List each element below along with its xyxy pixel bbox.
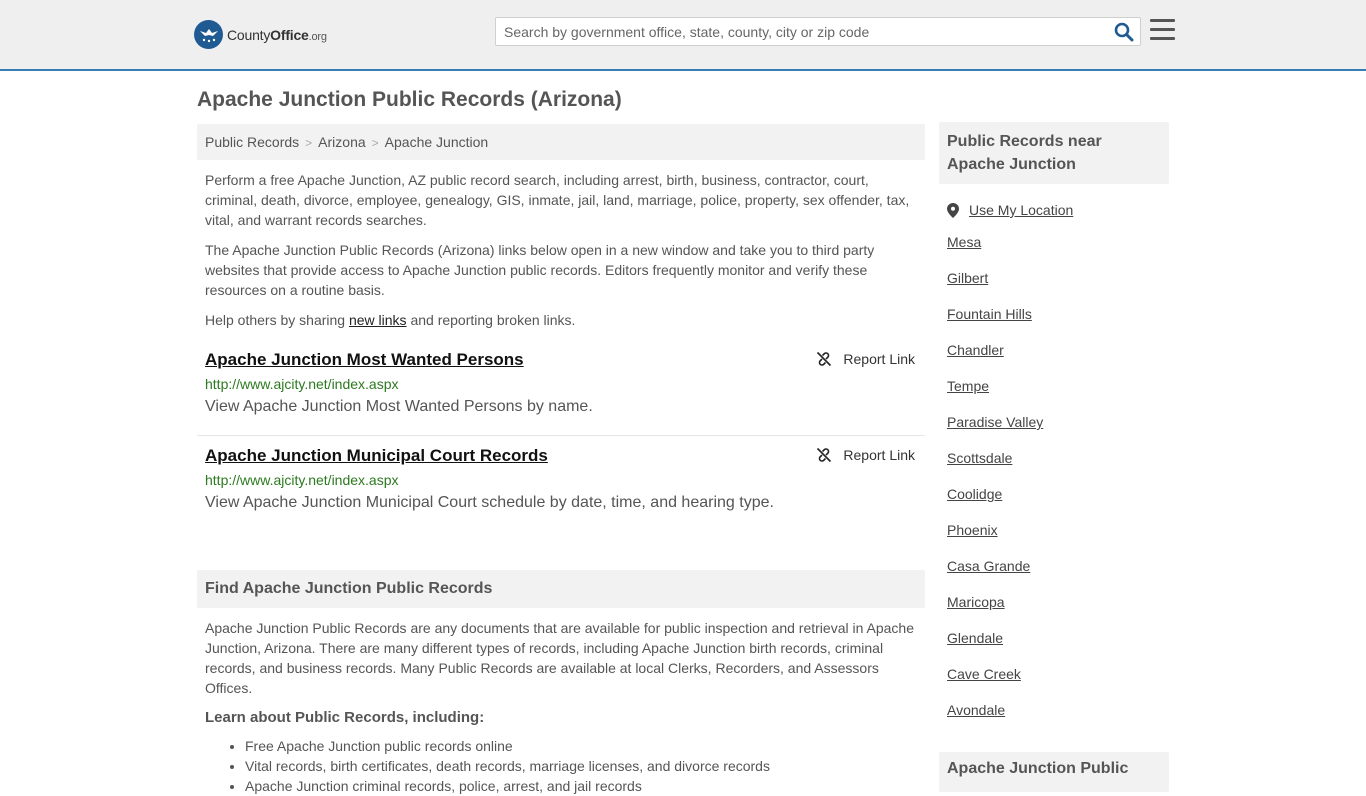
city-link-mesa[interactable]: Mesa xyxy=(947,234,981,250)
learn-list: Free Apache Junction public records onli… xyxy=(197,736,925,796)
site-header: CountyOffice.org xyxy=(0,0,1366,71)
breadcrumb-public-records[interactable]: Public Records xyxy=(205,134,299,150)
intro-paragraph-2: The Apache Junction Public Records (Ariz… xyxy=(205,242,875,298)
record-description: View Apache Junction Most Wanted Persons… xyxy=(205,398,593,415)
breadcrumb-arizona[interactable]: Arizona xyxy=(318,134,365,150)
city-link-fountain-hills[interactable]: Fountain Hills xyxy=(947,306,1032,322)
logo-office: Office xyxy=(270,26,309,43)
record-url: http://www.ajcity.net/index.aspx xyxy=(205,472,399,488)
share-text-after: and reporting broken links. xyxy=(406,312,576,328)
city-link-gilbert[interactable]: Gilbert xyxy=(947,270,988,286)
search-input[interactable] xyxy=(496,18,1106,45)
city-link-glendale[interactable]: Glendale xyxy=(947,630,1003,646)
report-link-button[interactable]: Report Link xyxy=(816,447,915,463)
city-link-coolidge[interactable]: Coolidge xyxy=(947,486,1002,502)
city-link-chandler[interactable]: Chandler xyxy=(947,342,1004,358)
logo-org: .org xyxy=(308,30,327,43)
logo-text: CountyOffice.org xyxy=(227,27,327,43)
city-link-maricopa[interactable]: Maricopa xyxy=(947,594,1005,610)
record-url: http://www.ajcity.net/index.aspx xyxy=(205,376,399,392)
page-title: Apache Junction Public Records (Arizona) xyxy=(197,88,622,111)
logo-eagle-icon xyxy=(194,20,223,49)
find-records-paragraph: Apache Junction Public Records are any d… xyxy=(205,620,914,696)
use-my-location-link[interactable]: Use My Location xyxy=(969,202,1073,218)
search-icon[interactable] xyxy=(1114,22,1134,42)
use-location-row: Use My Location xyxy=(939,202,1169,218)
sidebar-heading: Public Records near Apache Junction xyxy=(939,122,1169,184)
broken-link-icon xyxy=(817,447,832,463)
city-link-cave-creek[interactable]: Cave Creek xyxy=(947,666,1021,682)
sidebar-heading-2: Apache Junction Public xyxy=(939,752,1169,792)
city-link-scottsdale[interactable]: Scottsdale xyxy=(947,450,1012,466)
intro-paragraph: Perform a free Apache Junction, AZ publi… xyxy=(205,172,910,228)
map-pin-icon xyxy=(947,202,959,218)
record-title-link[interactable]: Apache Junction Most Wanted Persons xyxy=(205,350,524,370)
broken-link-icon xyxy=(817,351,832,367)
report-link-button[interactable]: Report Link xyxy=(816,351,915,367)
city-link-casa-grande[interactable]: Casa Grande xyxy=(947,558,1030,574)
logo-county: County xyxy=(227,26,271,43)
hamburger-menu-icon[interactable] xyxy=(1150,19,1175,41)
record-item: Apache Junction Most Wanted Persons Repo… xyxy=(197,350,925,436)
new-links-link[interactable]: new links xyxy=(349,312,407,328)
share-text-before: Help others by sharing xyxy=(205,312,349,328)
find-records-heading: Find Apache Junction Public Records xyxy=(197,570,925,608)
share-paragraph: Help others by sharing new links and rep… xyxy=(197,310,925,330)
breadcrumb-separator-icon: > xyxy=(371,136,379,150)
record-item: Apache Junction Municipal Court Records … xyxy=(197,446,925,526)
learn-heading: Learn about Public Records, including: xyxy=(205,709,485,726)
city-link-phoenix[interactable]: Phoenix xyxy=(947,522,998,538)
report-link-label: Report Link xyxy=(843,351,915,367)
nearby-city-list: Mesa Gilbert Fountain Hills Chandler Tem… xyxy=(939,234,1169,738)
city-link-avondale[interactable]: Avondale xyxy=(947,702,1005,718)
breadcrumb-separator-icon: > xyxy=(305,136,313,150)
search-box xyxy=(495,17,1141,46)
list-item: Apache Junction criminal records, police… xyxy=(245,776,925,796)
list-item: Free Apache Junction public records onli… xyxy=(245,736,925,756)
sidebar: Public Records near Apache Junction Use … xyxy=(939,122,1169,792)
report-link-label: Report Link xyxy=(843,447,915,463)
breadcrumb-apache-junction[interactable]: Apache Junction xyxy=(385,134,489,150)
list-item: Vital records, birth certificates, death… xyxy=(245,756,925,776)
record-title-link[interactable]: Apache Junction Municipal Court Records xyxy=(205,446,548,466)
city-link-tempe[interactable]: Tempe xyxy=(947,378,989,394)
city-link-paradise-valley[interactable]: Paradise Valley xyxy=(947,414,1043,430)
breadcrumb: Public Records > Arizona > Apache Junction xyxy=(197,124,925,160)
record-description: View Apache Junction Municipal Court sch… xyxy=(205,494,774,511)
site-logo[interactable]: CountyOffice.org xyxy=(194,20,327,49)
main-content: Public Records > Arizona > Apache Junction P… xyxy=(197,124,925,796)
